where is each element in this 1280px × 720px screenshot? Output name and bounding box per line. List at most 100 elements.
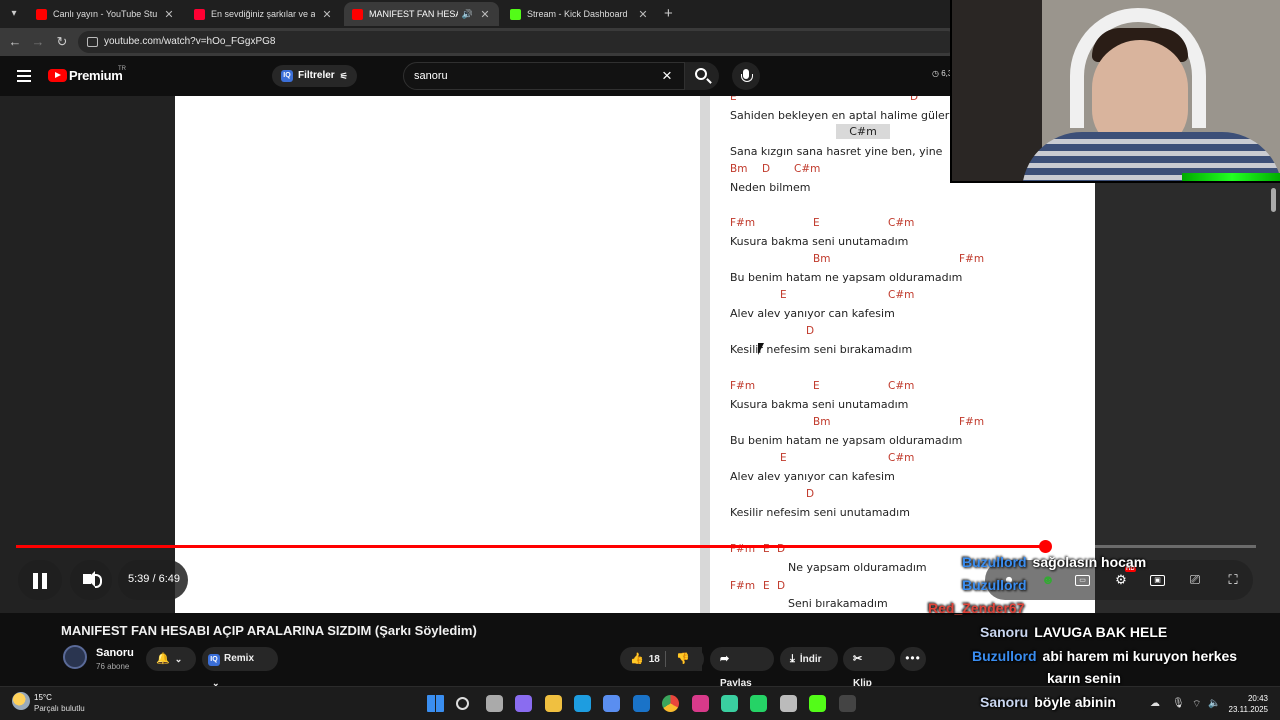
lyric-line: Kesilir nefesim seni unutamadım xyxy=(730,506,910,519)
taskbar-clock[interactable]: 20:43 xyxy=(1228,694,1268,703)
weather-description[interactable]: Parçalı bulutlu xyxy=(34,704,85,713)
url-field[interactable]: youtube.com/watch?v=hOo_FGgxPG8 xyxy=(78,31,958,53)
store-icon[interactable] xyxy=(603,695,621,712)
chat-text: sağolasın hocam xyxy=(1032,554,1147,570)
task-view-icon[interactable] xyxy=(485,695,503,712)
chord-label: D xyxy=(806,488,815,500)
search-input[interactable]: sanoru xyxy=(403,62,685,90)
chat-message: Buzullord abi harem mi kuruyon herkes xyxy=(972,648,1237,664)
close-tab-icon[interactable]: ✕ xyxy=(637,8,649,21)
app-green-icon[interactable] xyxy=(721,695,738,712)
youtube-premium-logo[interactable]: Premium xyxy=(69,68,123,83)
youtube-icon xyxy=(352,8,363,20)
youtube-logo-icon[interactable] xyxy=(48,69,67,82)
chord-line: E C#m xyxy=(710,452,1090,466)
search-button[interactable] xyxy=(685,62,719,90)
outlook-icon[interactable] xyxy=(632,695,650,712)
weather-icon[interactable] xyxy=(12,692,30,710)
tab-music[interactable]: En sevdiğiniz şarkılar ve albüml ✕ xyxy=(186,2,341,26)
chat-message: Buzullord xyxy=(962,577,1033,593)
remix-button[interactable]: IQ Remix ⌄ xyxy=(202,647,278,688)
fullscreen-icon[interactable]: ⛶ xyxy=(1225,573,1241,587)
tab-manifest-video[interactable]: MANIFEST FAN HESABI AÇI 🔊 ✕ xyxy=(344,2,499,26)
url-text: youtube.com/watch?v=hOo_FGgxPG8 xyxy=(104,36,276,47)
kick-icon[interactable] xyxy=(809,695,827,712)
notification-bell-button[interactable]: 🔔 ⌄ xyxy=(146,647,196,671)
lyric-line: Neden bilmem xyxy=(730,181,811,194)
close-tab-icon[interactable]: ✕ xyxy=(321,8,333,21)
microphone-icon[interactable]: 🎙 xyxy=(1172,698,1185,709)
lyric-line: Alev alev yanıyor can kafesim xyxy=(730,470,895,483)
chord-label: C#m xyxy=(888,452,915,464)
chord-line: D xyxy=(710,325,1090,339)
voice-search-mic-icon[interactable] xyxy=(732,62,760,90)
wifi-icon[interactable]: ⌔ xyxy=(1192,698,1201,711)
chord-label: E xyxy=(730,96,737,103)
lyric-line: Ne yapsam olduramadım xyxy=(788,561,927,574)
start-icon[interactable] xyxy=(427,695,444,712)
file-explorer-icon[interactable] xyxy=(544,695,562,712)
clip-button[interactable]: ✂Klip xyxy=(843,647,895,689)
chevron-down-icon: ⌄ xyxy=(174,654,183,664)
forward-arrow-icon[interactable]: → xyxy=(30,34,46,49)
emote-icon: ☻ xyxy=(1041,572,1055,587)
whatsapp-icon[interactable] xyxy=(750,695,768,712)
new-tab-button[interactable]: + xyxy=(664,5,673,22)
boxed-chord: C#m xyxy=(836,124,890,139)
tab-youtube-studio[interactable]: Canlı yayın - YouTube Studio ✕ xyxy=(28,2,183,26)
chat-message: Red_Zender67 xyxy=(928,600,1030,616)
chat-text: karın senin xyxy=(1047,670,1121,686)
filters-button[interactable]: IQ Filtreler ⚟ xyxy=(272,65,357,87)
back-arrow-icon[interactable]: ← xyxy=(7,34,23,49)
download-button[interactable]: ⤓ İndir xyxy=(780,647,838,671)
chord-label: C#m xyxy=(888,217,915,229)
taskbar-date[interactable]: 23.11.2025 xyxy=(1210,705,1268,714)
search-icon[interactable] xyxy=(456,697,470,710)
menu-icon[interactable] xyxy=(17,70,31,82)
progress-bar-played[interactable] xyxy=(16,545,1046,548)
cloud-icon[interactable]: ☁ xyxy=(1150,698,1160,709)
share-icon: ➦ xyxy=(720,653,730,665)
chat-message: Sanoru böyle abinin xyxy=(980,694,1116,710)
chrome-icon[interactable] xyxy=(662,695,680,712)
close-tab-icon[interactable]: ✕ xyxy=(163,8,175,21)
chord-line: F#m E C#m xyxy=(710,380,1090,394)
app-dark-icon[interactable] xyxy=(838,695,856,712)
close-tab-icon[interactable]: ✕ xyxy=(479,8,491,21)
settings-gear-icon[interactable]: ⚙ xyxy=(1113,573,1129,587)
tab-title: Canlı yayın - YouTube Studio xyxy=(53,9,157,19)
edge-icon[interactable] xyxy=(574,695,591,712)
pause-icon[interactable] xyxy=(33,573,47,589)
miniplayer-icon[interactable]: ▣ xyxy=(1150,575,1165,586)
chord-line: Bm F#m xyxy=(710,416,1090,430)
chat-text: böyle abinin xyxy=(1034,694,1116,710)
webcam-frame-accent xyxy=(1182,173,1280,181)
clock-icon: ◷ xyxy=(932,69,939,78)
clear-search-icon[interactable]: × xyxy=(662,67,672,84)
copilot-icon[interactable] xyxy=(515,695,533,712)
site-info-icon[interactable] xyxy=(87,37,98,47)
subtitles-icon[interactable]: ▭ xyxy=(1075,575,1090,586)
tab-search-icon[interactable]: ▾ xyxy=(6,6,22,22)
share-button[interactable]: ➦Paylaş xyxy=(710,647,774,689)
dislike-button[interactable]: 👎 xyxy=(666,647,704,671)
instagram-icon[interactable] xyxy=(691,695,709,712)
document-scrollbar xyxy=(700,96,710,613)
audio-playing-icon[interactable]: 🔊 xyxy=(462,9,473,20)
channel-avatar[interactable] xyxy=(63,645,87,669)
volume-icon[interactable] xyxy=(83,571,102,588)
page-scrollbar-thumb[interactable] xyxy=(1271,188,1276,212)
tab-kick-dashboard[interactable]: Stream - Kick Dashboard ✕ xyxy=(502,2,657,26)
chord-label: Bm xyxy=(813,253,831,265)
kick-icon xyxy=(510,8,521,20)
weather-temperature[interactable]: 15°C xyxy=(34,693,52,702)
more-actions-icon[interactable]: ••• xyxy=(900,647,926,671)
reload-icon[interactable]: ↻ xyxy=(54,34,70,50)
channel-name[interactable]: Sanoru xyxy=(96,647,134,659)
chord-line: F#m E C#m xyxy=(710,217,1090,231)
chord-label: D xyxy=(762,163,771,175)
bell-icon: 🔔 xyxy=(156,653,170,665)
cast-icon[interactable]: ⎚ xyxy=(1187,573,1203,587)
obs-icon[interactable] xyxy=(779,695,797,712)
chord-label: E xyxy=(763,580,770,592)
